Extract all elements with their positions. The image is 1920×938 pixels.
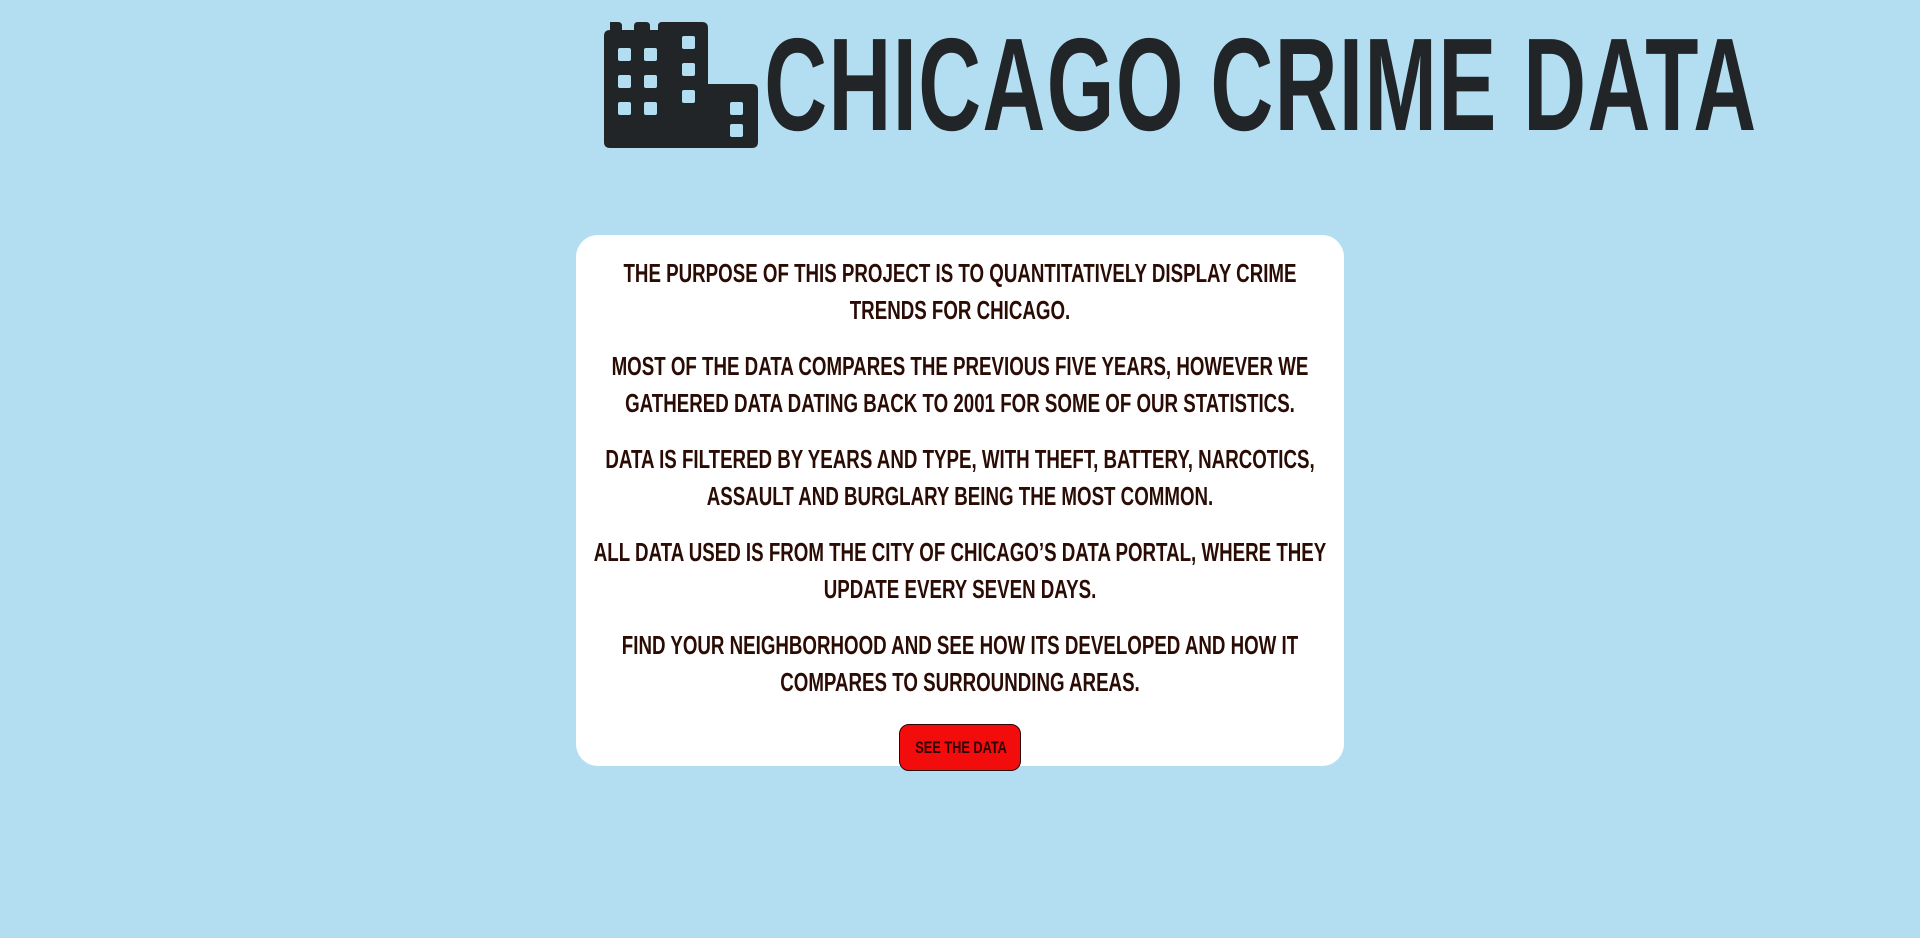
intro-paragraph-purpose: THE PURPOSE OF THIS PROJECT IS TO QUANTI… — [623, 258, 1297, 325]
site-title: CHICAGO CRIME DATA — [764, 11, 1758, 158]
site-header: CHICAGO CRIME DATA — [0, 18, 1920, 152]
intro-paragraph-source: ALL DATA USED IS FROM THE CITY OF CHICAG… — [593, 537, 1327, 604]
see-the-data-label: SEE THE DATA — [915, 737, 1007, 757]
see-the-data-button[interactable]: SEE THE DATA — [899, 724, 1021, 771]
intro-card: THE PURPOSE OF THIS PROJECT IS TO QUANTI… — [576, 235, 1344, 771]
city-buildings-icon — [604, 22, 758, 148]
intro-paragraph-neighborhood: FIND YOUR NEIGHBORHOOD AND SEE HOW ITS D… — [621, 630, 1299, 697]
intro-paragraph-filters: DATA IS FILTERED BY YEARS AND TYPE, WITH… — [605, 444, 1315, 511]
intro-paragraph-timeframe: MOST OF THE DATA COMPARES THE PREVIOUS F… — [611, 351, 1309, 418]
